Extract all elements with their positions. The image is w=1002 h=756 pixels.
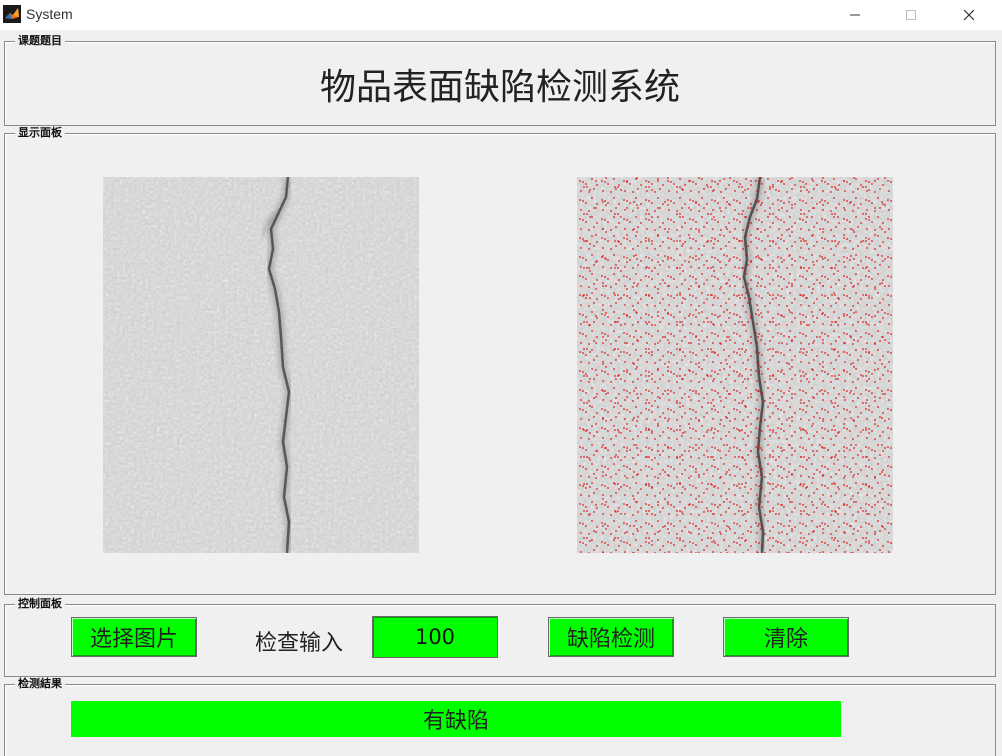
check-input-label: 检查输入 [255,631,344,656]
result-text: 有缺陷 [71,701,841,737]
control-panel-label: 控制面板 [15,597,65,611]
detection-result-image [577,177,893,553]
title-bar: System [0,0,1002,30]
title-panel: 课题题目 物品表面缺陷检测系统 [4,34,996,126]
minimize-button[interactable] [826,0,884,30]
result-panel-label: 检测結果 [15,677,65,691]
result-panel: 检测結果 有缺陷 [4,677,996,756]
display-panel: 显示面板 [4,126,996,595]
maximize-button[interactable] [882,0,940,30]
control-panel: 控制面板 选择图片 检查输入 缺陷检测 清除 [4,597,996,677]
select-image-button[interactable]: 选择图片 [71,617,197,657]
display-panel-label: 显示面板 [15,126,65,140]
page-title: 物品表面缺陷检测系统 [319,67,680,108]
title-panel-label: 课题题目 [15,34,65,48]
matlab-logo-icon [3,5,21,23]
close-button[interactable] [940,0,998,30]
defect-detect-button[interactable]: 缺陷检测 [548,617,674,657]
close-icon [963,9,975,21]
minimize-icon [850,14,860,16]
app-window: System 课题题目 物品表面缺陷检测系统 显示面板 控制面板 选择图片 检查… [0,0,1002,756]
original-image [103,177,419,553]
window-title: System [26,6,73,22]
check-input-field[interactable] [372,616,498,658]
clear-button[interactable]: 清除 [723,617,849,657]
maximize-icon [906,10,916,20]
